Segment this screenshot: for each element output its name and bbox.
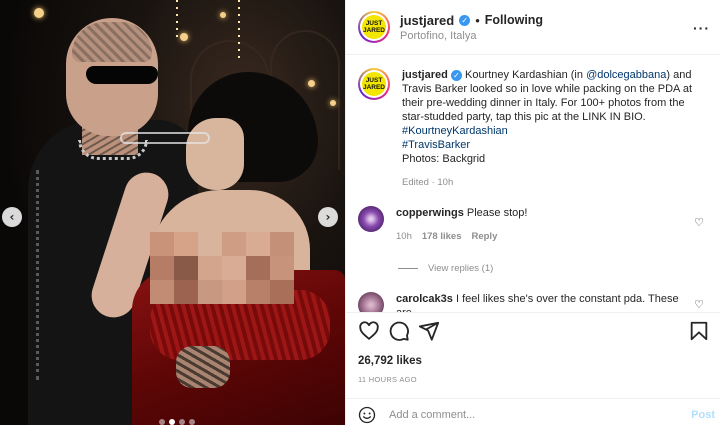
more-options-icon[interactable]: ···	[693, 20, 710, 36]
view-replies-button[interactable]: View replies (1)	[398, 263, 493, 274]
justjared-logo: JUST JARED	[362, 15, 386, 39]
string-lights	[176, 0, 178, 40]
actions-divider	[346, 312, 720, 313]
carousel-indicators	[159, 419, 195, 425]
carousel-dot	[189, 419, 195, 425]
add-comment-divider	[346, 398, 720, 399]
jacket-stitching	[36, 170, 46, 380]
caption-text: Kourtney Kardashian (in	[464, 69, 587, 81]
justjared-logo: JUST JARED	[362, 72, 386, 96]
light-bokeh	[34, 8, 44, 18]
post-location[interactable]: Portofino, Italya	[400, 30, 543, 42]
woman-face	[186, 118, 244, 190]
chevron-left-icon: ‹	[9, 210, 15, 224]
comment-text: Please stop!	[466, 207, 528, 219]
carousel-dot	[179, 419, 185, 425]
light-bokeh	[330, 100, 336, 106]
sunglasses	[86, 66, 158, 84]
heart-icon[interactable]	[358, 320, 380, 342]
comment-icon[interactable]	[388, 320, 410, 342]
carousel-dot	[159, 419, 165, 425]
caption-hashtag[interactable]: #TravisBarker	[402, 138, 708, 152]
commenter-avatar[interactable]	[358, 292, 384, 312]
light-bokeh	[308, 80, 315, 87]
author-username[interactable]: justjared	[400, 13, 454, 28]
verified-badge-icon: ✓	[459, 14, 471, 26]
post-timestamp[interactable]: 11 HOURS AGO	[358, 375, 417, 384]
post-side-panel: JUST JARED justjared ✓ • Following Porto…	[345, 0, 720, 425]
photo-credit: Photos: Backgrid	[402, 153, 486, 165]
comments-list[interactable]: JUST JARED justjared ✓ Kourtney Kardashi…	[346, 58, 720, 312]
edited-timestamp: Edited · 10h	[402, 177, 454, 188]
carousel-prev-button[interactable]: ‹	[2, 207, 22, 227]
caption-mention[interactable]: @dolcegabbana	[586, 69, 666, 81]
following-button[interactable]: Following	[485, 13, 543, 27]
commenter-username[interactable]: carolcak3s	[396, 293, 453, 305]
post-caption: JUST JARED justjared ✓ Kourtney Kardashi…	[358, 68, 708, 190]
author-avatar[interactable]: JUST JARED	[358, 11, 390, 43]
emoji-icon[interactable]	[358, 406, 376, 424]
champagne-glass	[120, 132, 210, 144]
comment-time[interactable]: 10h	[396, 230, 412, 244]
add-comment-bar: Post	[346, 403, 720, 425]
carousel-next-button[interactable]: ›	[318, 207, 338, 227]
replies-line	[398, 268, 418, 269]
tattooed-hand	[176, 346, 230, 388]
string-lights	[238, 0, 240, 60]
comment-input[interactable]	[389, 405, 679, 425]
comment-item: copperwings Please stop! 10h 178 likes R…	[358, 206, 708, 244]
caption-hashtag[interactable]: #KourtneyKardashian	[402, 124, 708, 138]
comment-meta: 10h 178 likes Reply	[396, 230, 696, 244]
separator-dot: •	[475, 12, 480, 28]
caption-avatar[interactable]: JUST JARED	[358, 68, 390, 100]
commenter-username[interactable]: copperwings	[396, 207, 464, 219]
commenter-avatar[interactable]	[358, 206, 384, 232]
verified-badge-icon: ✓	[450, 70, 462, 81]
reply-button[interactable]: Reply	[471, 230, 497, 244]
post-photo[interactable]: ‹ ›	[0, 0, 345, 425]
comment-item: carolcak3s I feel likes she's over the c…	[358, 292, 708, 312]
post-comment-button[interactable]: Post	[691, 409, 715, 421]
light-bokeh	[180, 33, 188, 41]
chevron-right-icon: ›	[325, 210, 331, 224]
comment-like-heart-icon[interactable]: ♡	[694, 216, 704, 229]
bookmark-icon[interactable]	[688, 320, 710, 342]
comment-likes[interactable]: 178 likes	[422, 230, 462, 244]
action-bar	[358, 320, 710, 344]
post-header: JUST JARED justjared ✓ • Following Porto…	[358, 8, 708, 46]
likes-count[interactable]: 26,792 likes	[358, 355, 422, 367]
caption-username[interactable]: justjared	[402, 69, 448, 81]
share-icon[interactable]	[418, 320, 440, 342]
comment-like-heart-icon[interactable]: ♡	[694, 298, 704, 311]
header-divider	[346, 54, 720, 55]
carousel-dot	[169, 419, 175, 425]
light-bokeh	[220, 12, 226, 18]
